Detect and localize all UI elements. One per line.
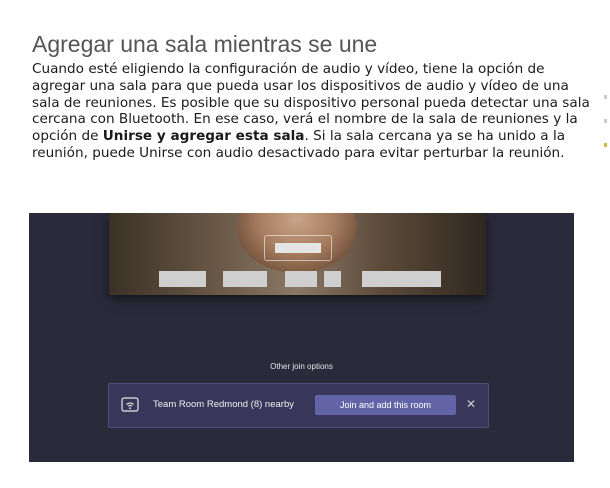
room-name: Team Room Redmond (8) nearby xyxy=(153,399,294,410)
teams-join-screenshot: Other join options Team Room Redmond (8)… xyxy=(29,213,574,462)
edge-mark xyxy=(604,95,607,99)
join-and-add-room-button[interactable]: Join and add this room xyxy=(315,395,456,415)
video-control-5[interactable] xyxy=(362,271,441,287)
body-paragraph: Cuando esté eligiendo la configuración d… xyxy=(32,61,592,162)
nearby-room-card: Team Room Redmond (8) nearby Join and ad… xyxy=(108,383,489,428)
preview-toggle-label xyxy=(275,243,321,253)
edge-mark xyxy=(604,143,607,147)
video-control-3[interactable] xyxy=(285,271,317,287)
wireless-display-icon xyxy=(121,397,139,413)
video-control-2[interactable] xyxy=(223,271,267,287)
video-preview xyxy=(109,213,486,295)
paragraph-bold-text: Unirse y agregar esta sala xyxy=(102,128,305,145)
close-icon[interactable]: ✕ xyxy=(463,396,479,412)
page-title: Agregar una sala mientras se une xyxy=(32,31,378,58)
preview-toggle[interactable] xyxy=(264,235,332,261)
page-edge-marks xyxy=(604,95,610,167)
other-join-options-label: Other join options xyxy=(270,362,333,371)
video-control-4[interactable] xyxy=(324,271,341,287)
video-control-1[interactable] xyxy=(159,271,206,287)
edge-mark xyxy=(604,119,607,123)
